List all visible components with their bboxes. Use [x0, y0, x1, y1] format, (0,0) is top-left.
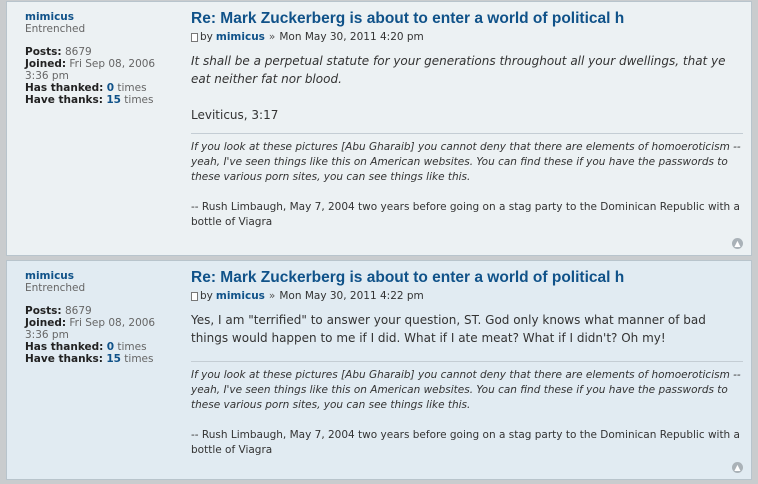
post-profile: mimicus Entrenched Posts: 8679 Joined: F…: [25, 11, 175, 106]
thanked-count-link[interactable]: 0: [107, 82, 114, 94]
post-profile: mimicus Entrenched Posts: 8679 Joined: F…: [25, 270, 175, 365]
post-content: It shall be a perpetual statute for your…: [191, 52, 743, 124]
post-title-link[interactable]: Re: Mark Zuckerberg is about to enter a …: [191, 9, 743, 29]
post-author-line: by mimicus » Mon May 30, 2011 4:22 pm: [191, 289, 743, 303]
profile-thanked: Has thanked: 0 times: [25, 341, 175, 353]
profile-thanked: Has thanked: 0 times: [25, 82, 175, 94]
signature-quote: If you look at these pictures [Abu Ghara…: [191, 369, 741, 411]
post-quote-text: It shall be a perpetual statute for your…: [191, 54, 726, 86]
post-author-line: by mimicus » Mon May 30, 2011 4:20 pm: [191, 30, 743, 44]
profile-username-link[interactable]: mimicus: [25, 270, 175, 282]
signature-attribution: -- Rush Limbaugh, May 7, 2004 two years …: [191, 201, 740, 228]
thanked-label: Has thanked:: [25, 82, 104, 94]
post-content: Yes, I am "terrified" to answer your que…: [191, 311, 743, 347]
post-1: mimicus Entrenched Posts: 8679 Joined: F…: [6, 1, 752, 256]
file-icon[interactable]: [191, 291, 198, 301]
posts-label: Posts:: [25, 305, 62, 317]
thanks-label: Have thanks:: [25, 94, 103, 106]
author-link[interactable]: mimicus: [216, 30, 265, 44]
signature-attribution: -- Rush Limbaugh, May 7, 2004 two years …: [191, 429, 740, 456]
joined-label: Joined:: [25, 317, 67, 329]
profile-joined: Joined: Fri Sep 08, 2006 3:36 pm: [25, 58, 175, 82]
profile-username-link[interactable]: mimicus: [25, 11, 175, 23]
thanked-count-link[interactable]: 0: [107, 341, 114, 353]
thanked-times: times: [117, 82, 147, 94]
by-label: by: [200, 31, 213, 43]
thanks-count-link[interactable]: 15: [106, 353, 121, 365]
separator: »: [268, 290, 276, 302]
separator: »: [268, 31, 276, 43]
post-date: Mon May 30, 2011 4:22 pm: [279, 290, 424, 302]
thanked-times: times: [117, 341, 147, 353]
profile-thanks: Have thanks: 15 times: [25, 353, 175, 365]
joined-label: Joined:: [25, 58, 67, 70]
profile-joined: Joined: Fri Sep 08, 2006 3:36 pm: [25, 317, 175, 341]
thanks-times: times: [124, 94, 154, 106]
post-body: Re: Mark Zuckerberg is about to enter a …: [191, 268, 743, 458]
post-body: Re: Mark Zuckerberg is about to enter a …: [191, 9, 743, 230]
author-link[interactable]: mimicus: [216, 289, 265, 303]
signature: If you look at these pictures [Abu Ghara…: [191, 133, 743, 230]
posts-count: 8679: [64, 305, 92, 317]
profile-rank: Entrenched: [25, 282, 86, 294]
posts-label: Posts:: [25, 46, 62, 58]
back-to-top-icon[interactable]: ▲: [732, 462, 743, 473]
post-title-link[interactable]: Re: Mark Zuckerberg is about to enter a …: [191, 268, 743, 288]
signature: If you look at these pictures [Abu Ghara…: [191, 361, 743, 458]
thanks-count-link[interactable]: 15: [106, 94, 121, 106]
file-icon[interactable]: [191, 32, 198, 42]
post-text: Yes, I am "terrified" to answer your que…: [191, 313, 706, 345]
profile-posts: Posts: 8679: [25, 305, 175, 317]
profile-thanks: Have thanks: 15 times: [25, 94, 175, 106]
posts-count: 8679: [64, 46, 92, 58]
by-label: by: [200, 290, 213, 302]
post-2: mimicus Entrenched Posts: 8679 Joined: F…: [6, 260, 752, 480]
profile-posts: Posts: 8679: [25, 46, 175, 58]
post-date: Mon May 30, 2011 4:20 pm: [279, 31, 424, 43]
signature-quote: If you look at these pictures [Abu Ghara…: [191, 141, 741, 183]
thanked-label: Has thanked:: [25, 341, 104, 353]
back-to-top-icon[interactable]: ▲: [732, 238, 743, 249]
post-citation: Leviticus, 3:17: [191, 108, 279, 122]
profile-rank: Entrenched: [25, 23, 86, 35]
thanks-times: times: [124, 353, 154, 365]
thanks-label: Have thanks:: [25, 353, 103, 365]
